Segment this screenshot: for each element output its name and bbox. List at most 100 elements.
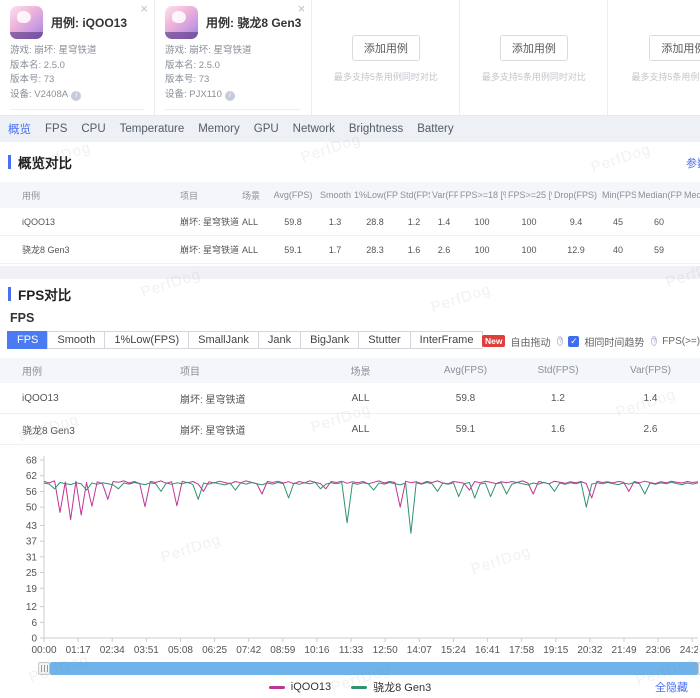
- table-cell: 骁龙8 Gen3: [0, 422, 178, 437]
- column-header: 项目: [178, 189, 240, 202]
- case-version-code: 版本号: 73: [10, 73, 144, 88]
- svg-text:50: 50: [26, 503, 38, 514]
- svg-text:43: 43: [26, 521, 38, 532]
- add-case-button[interactable]: 添加用例: [500, 35, 568, 61]
- metric-button-smooth[interactable]: Smooth: [47, 331, 105, 349]
- metric-button-1%low(fps)[interactable]: 1%Low(FPS): [104, 331, 189, 349]
- svg-text:21:49: 21:49: [611, 645, 636, 656]
- perfdog-compare-page: × 用例: iQOO13 游戏: 崩坏: 星穹铁道 版本名: 2.5.0 版本号…: [0, 0, 700, 698]
- case-game: 游戏: 崩坏: 星穹铁道: [10, 44, 144, 59]
- table-cell: 9.4: [552, 217, 600, 227]
- add-case-button[interactable]: 添加用例: [649, 35, 700, 61]
- sync-trend-checkbox[interactable]: ✓: [568, 336, 579, 347]
- svg-text:6: 6: [31, 618, 37, 629]
- metric-button-jank[interactable]: Jank: [258, 331, 301, 349]
- metric-button-interframe[interactable]: InterFrame: [410, 331, 484, 349]
- case-version-name: 版本名: 2.5.0: [10, 59, 144, 74]
- case-card-iqoo13: × 用例: iQOO13 游戏: 崩坏: 星穹铁道 版本名: 2.5.0 版本号…: [0, 0, 155, 115]
- metric-button-bigjank[interactable]: BigJank: [300, 331, 359, 349]
- section-accent-bar: [8, 155, 11, 169]
- svg-text:0: 0: [31, 634, 37, 645]
- column-header: 场景: [240, 189, 268, 202]
- game-app-icon: [10, 6, 43, 39]
- column-header: FPS>=25 [%]: [506, 190, 552, 200]
- legend-item-iqoo13[interactable]: iQOO13: [269, 681, 331, 693]
- tab-brightness[interactable]: Brightness: [349, 123, 403, 135]
- tab-network[interactable]: Network: [293, 123, 335, 135]
- section-accent-bar: [8, 287, 11, 301]
- tab-fps[interactable]: FPS: [45, 123, 67, 135]
- table-cell: ALL: [303, 424, 418, 435]
- tab-bar: 概览 FPS CPU Temperature Memory GPU Network Brigh…: [0, 116, 700, 142]
- tab-cpu[interactable]: CPU: [81, 123, 105, 135]
- case-game: 游戏: 崩坏: 星穹铁道: [165, 44, 301, 59]
- column-header: Std(FPS): [513, 365, 603, 376]
- column-header: 1%Low(FPS): [352, 190, 398, 200]
- help-icon[interactable]: ?: [651, 336, 657, 346]
- tab-memory[interactable]: Memory: [198, 123, 240, 135]
- table-row: iQOO13崩坏: 星穹铁道ALL59.81.21.4: [0, 383, 700, 414]
- tab-概览[interactable]: 概览: [8, 121, 31, 137]
- scrollbar-left-handle[interactable]: [38, 662, 50, 675]
- params-link[interactable]: 参数: [686, 155, 700, 171]
- fps-line-chart[interactable]: 686256504337312519126000:0001:1702:3403:…: [4, 452, 698, 657]
- table-cell: iQOO13: [0, 393, 178, 404]
- table-cell: 100: [506, 245, 552, 255]
- scrollbar-track[interactable]: [50, 662, 698, 675]
- add-case-button[interactable]: 添加用例: [352, 35, 420, 61]
- svg-text:14:07: 14:07: [407, 645, 432, 656]
- svg-text:23:06: 23:06: [646, 645, 671, 656]
- table-cell: 1.4: [430, 217, 458, 227]
- tab-gpu[interactable]: GPU: [254, 123, 279, 135]
- column-header: FPS>=18 [%]: [458, 190, 506, 200]
- help-icon[interactable]: ?: [557, 336, 563, 346]
- table-cell: 崩坏: 星穹铁道: [178, 422, 303, 437]
- close-icon[interactable]: ×: [140, 2, 148, 15]
- info-icon[interactable]: i: [225, 91, 235, 101]
- svg-text:06:25: 06:25: [202, 645, 227, 656]
- table-cell: ALL: [240, 245, 268, 255]
- table-cell: 45: [600, 217, 636, 227]
- column-header: 用例: [0, 189, 178, 202]
- section-divider-band: [0, 266, 700, 279]
- table-header-row: 用例项目场景Avg(FPS)Std(FPS)Var(FPS): [0, 358, 700, 383]
- close-icon[interactable]: ×: [298, 2, 306, 15]
- svg-text:00:00: 00:00: [31, 645, 56, 656]
- case-version-name: 版本名: 2.5.0: [165, 59, 301, 74]
- svg-text:19: 19: [26, 584, 38, 595]
- table-cell: ALL: [303, 393, 418, 404]
- column-header: Avg(FPS): [268, 190, 318, 200]
- empty-case-slot: 添加用例 最多支持5条用例同时对比: [460, 0, 608, 115]
- column-header: Drop(FPS) [/h]?: [552, 190, 600, 201]
- hide-all-link[interactable]: 全隐藏: [655, 679, 688, 695]
- perfdog-watermark: PerfDog: [429, 281, 493, 316]
- chart-scrollbar[interactable]: [8, 662, 700, 675]
- column-header: Smooth?: [318, 190, 352, 201]
- case-device: 设备: V2408A: [10, 89, 68, 100]
- add-case-hint: 最多支持5条用例同时对比: [631, 70, 700, 83]
- metric-button-smalljank[interactable]: SmallJank: [188, 331, 259, 349]
- tab-temperature[interactable]: Temperature: [120, 123, 185, 135]
- fps-subtitle: FPS: [10, 311, 34, 325]
- table-cell: 28.3: [352, 245, 398, 255]
- table-cell: 2.6: [430, 245, 458, 255]
- table-cell: 59.1: [268, 245, 318, 255]
- table-cell: 59.8: [418, 393, 513, 404]
- divider: [10, 109, 144, 110]
- table-cell: 崩坏: 星穹铁道: [178, 215, 240, 228]
- tab-battery[interactable]: Battery: [417, 123, 453, 135]
- overview-table: 用例项目场景Avg(FPS)Smooth?1%Low(FPS)Std(FPS)V…: [0, 182, 700, 264]
- metric-button-fps[interactable]: FPS: [7, 331, 48, 349]
- svg-text:31: 31: [26, 552, 38, 563]
- case-title: 用例: iQOO13: [51, 14, 127, 31]
- fps-threshold-label: FPS(>=): [662, 336, 700, 347]
- legend-item-snapdragon8gen3[interactable]: 骁龙8 Gen3: [351, 679, 431, 695]
- case-version-code: 版本号: 73: [165, 73, 301, 88]
- info-icon[interactable]: i: [71, 91, 81, 101]
- column-header: Median(FPS): [636, 190, 682, 200]
- table-cell: 59: [636, 245, 682, 255]
- metric-button-stutter[interactable]: Stutter: [358, 331, 410, 349]
- table-cell: 1.6: [398, 245, 430, 255]
- table-cell: ALL: [240, 217, 268, 227]
- svg-text:19:15: 19:15: [543, 645, 568, 656]
